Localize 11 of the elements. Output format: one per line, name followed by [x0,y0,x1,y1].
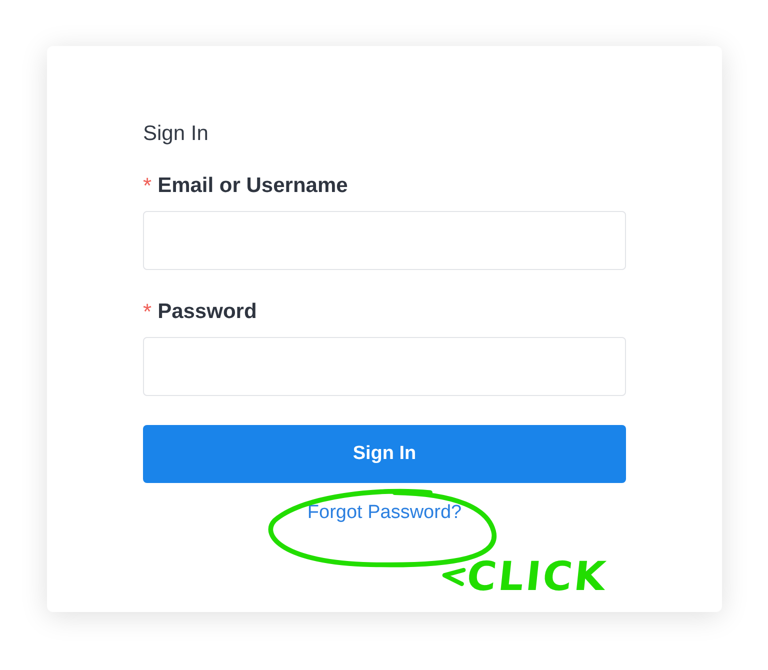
input-field[interactable] [143,211,626,270]
input-field[interactable] [143,337,626,396]
handwritten-note: CLICK [464,554,610,600]
field-label: Email or Username [158,174,348,198]
forgot-password-link[interactable]: Forgot Password? [307,502,462,524]
arrow-annotation [441,566,467,588]
required-mark: * [143,299,152,325]
required-mark: * [143,173,152,199]
sign-in-button[interactable]: Sign In [143,425,626,483]
field-label: Password [158,300,257,324]
form-title: Sign In [143,122,210,146]
